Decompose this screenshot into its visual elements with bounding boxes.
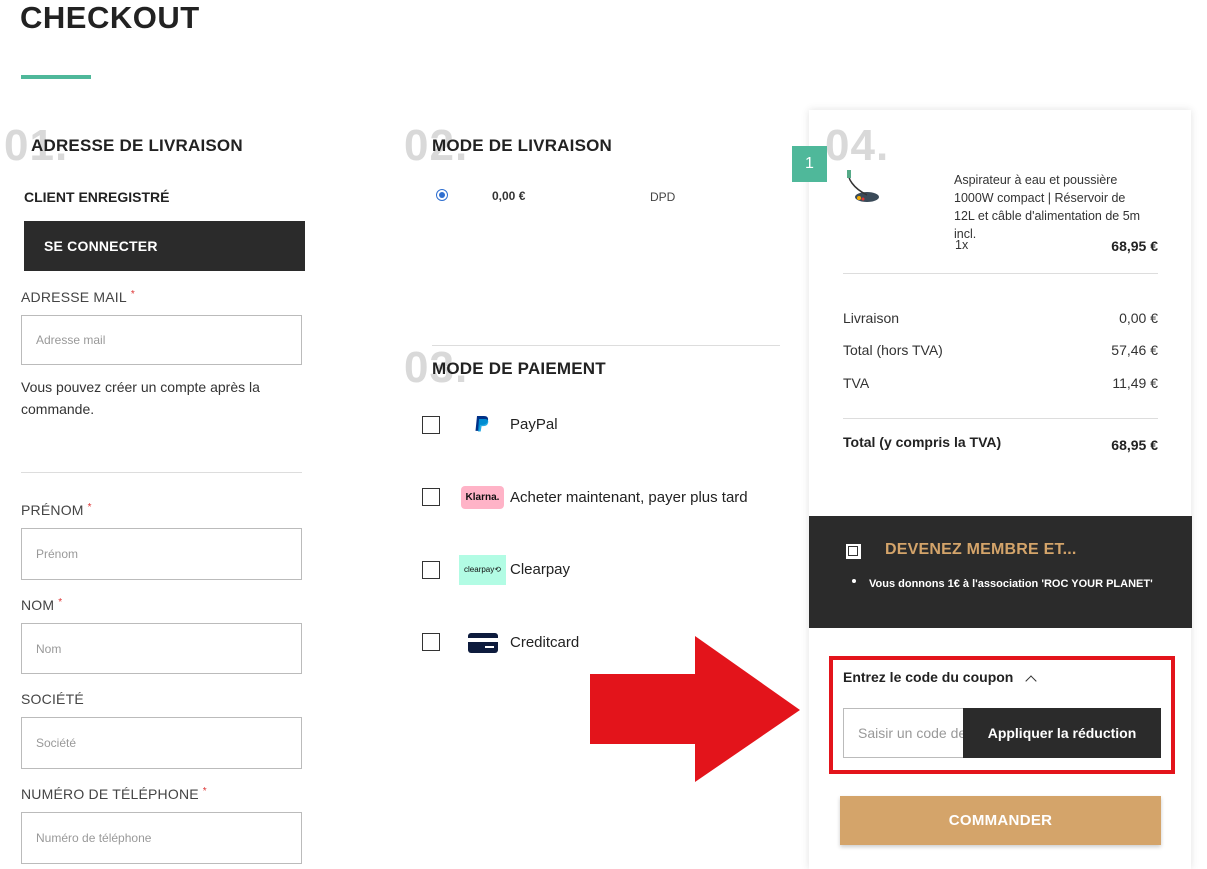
coupon-toggle[interactable]: Entrez le code du coupon: [843, 669, 1037, 687]
membership-benefit: Vous donnons 1€ à l'association 'ROC YOU…: [869, 578, 1153, 590]
payment-checkbox-paypal[interactable]: [422, 416, 440, 434]
order-button[interactable]: COMMANDER: [840, 796, 1161, 845]
firstname-label: PRÉNOM *: [21, 502, 92, 518]
registered-client-label: CLIENT ENREGISTRÉ: [24, 189, 170, 205]
shipping-option-price: 0,00 €: [492, 189, 526, 203]
email-label: ADRESSE MAIL *: [21, 289, 135, 305]
payment-method-title: MODE DE PAIEMENT: [432, 359, 606, 378]
summary-divider: [843, 273, 1158, 274]
phone-label: NUMÉRO DE TÉLÉPHONE *: [21, 786, 207, 802]
apply-coupon-button[interactable]: Appliquer la réduction: [963, 708, 1161, 758]
klarna-logo: Klarna.: [461, 486, 504, 509]
clearpay-logo: clearpay⟲: [459, 555, 506, 585]
summary-row-value: 57,46 €: [1111, 342, 1158, 358]
shipping-option-carrier: DPD: [650, 190, 676, 204]
coupon-code-input[interactable]: [843, 708, 973, 758]
cart-quantity-badge: 1: [792, 146, 827, 182]
membership-box: [809, 516, 1192, 628]
step-number-04: 04.: [825, 121, 890, 170]
summary-row-label: Total (hors TVA): [843, 342, 943, 358]
summary-row-value: 0,00 €: [1119, 310, 1158, 326]
firstname-field[interactable]: [21, 528, 302, 580]
paypal-icon: [470, 413, 494, 437]
credit-card-icon: [468, 633, 498, 653]
title-underline: [21, 75, 91, 79]
account-note: Vous pouvez créer un compte après la com…: [21, 379, 260, 417]
page-title: CHECKOUT: [20, 0, 200, 35]
section-divider: [432, 345, 780, 346]
shipping-method-title: MODE DE LIVRAISON: [432, 136, 613, 155]
summary-row-label: Livraison: [843, 310, 900, 326]
payment-checkbox-clearpay[interactable]: [422, 561, 440, 579]
summary-divider: [843, 418, 1158, 419]
payment-label-paypal: PayPal: [510, 416, 558, 433]
payment-label-creditcard: Creditcard: [510, 634, 580, 651]
lastname-field[interactable]: [21, 623, 302, 674]
summary-row-value: 11,49 €: [1112, 375, 1158, 391]
product-name: Aspirateur à eau et poussière 1000W comp…: [954, 173, 1141, 241]
login-button[interactable]: SE CONNECTER: [24, 221, 305, 271]
membership-checkbox[interactable]: [846, 544, 861, 559]
shipping-option-radio[interactable]: [436, 189, 448, 201]
summary-row-label: TVA: [843, 375, 870, 391]
phone-field[interactable]: [21, 812, 302, 864]
lastname-label: NOM *: [21, 597, 63, 613]
payment-checkbox-creditcard[interactable]: [422, 633, 440, 651]
clearpay-logo-text: clearpay: [464, 565, 495, 574]
section-divider: [21, 472, 302, 473]
product-quantity: 1x: [955, 238, 969, 252]
shipping-address-title: ADRESSE DE LIVRAISON: [31, 136, 243, 155]
membership-bullet: [852, 579, 858, 585]
payment-label-klarna: Acheter maintenant, payer plus tard: [510, 489, 748, 506]
payment-checkbox-klarna[interactable]: [422, 488, 440, 506]
membership-title: DEVENEZ MEMBRE ET...: [885, 541, 1077, 558]
vacuum-cleaner-image[interactable]: [843, 168, 883, 206]
red-arrow-icon: [590, 636, 800, 782]
product-price: 68,95 €: [1111, 238, 1158, 254]
chevron-up-icon: [1025, 675, 1037, 687]
coupon-toggle-label: Entrez le code du coupon: [843, 669, 1014, 685]
company-label: SOCIÉTÉ: [21, 691, 84, 707]
summary-total-value: 68,95 €: [1111, 437, 1158, 453]
summary-total-label: Total (y compris la TVA): [843, 434, 1002, 450]
payment-label-clearpay: Clearpay: [510, 561, 571, 578]
company-field[interactable]: [21, 717, 302, 769]
email-field[interactable]: [21, 315, 302, 365]
